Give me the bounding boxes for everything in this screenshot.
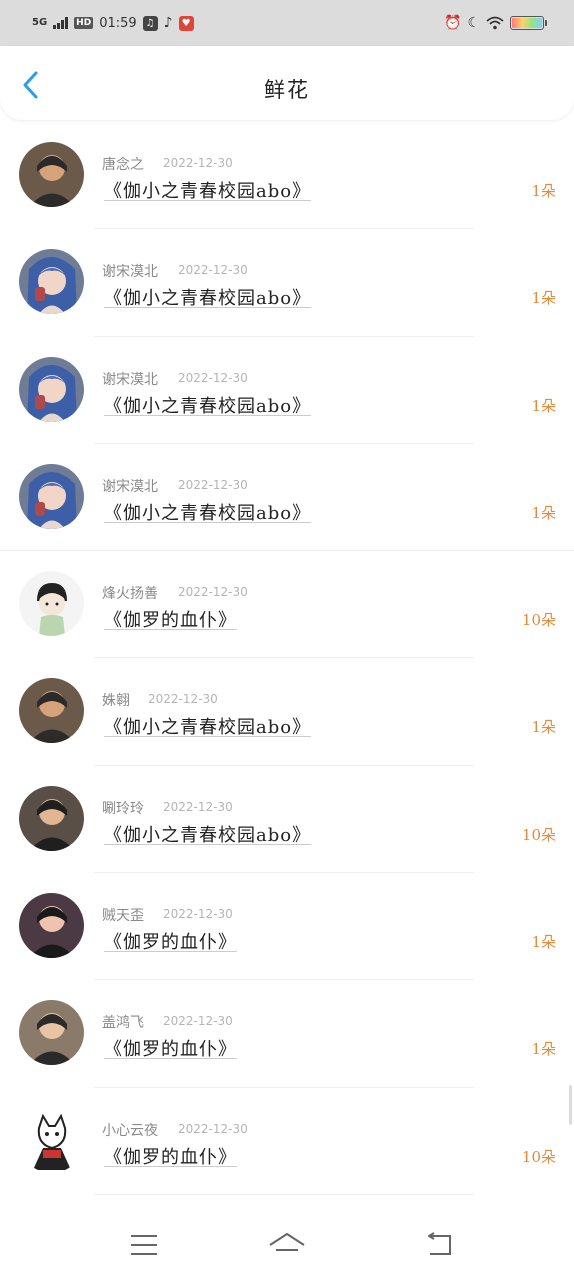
- book-title[interactable]: 《伽罗的血仆》: [104, 1143, 237, 1169]
- send-date: 2022-12-30: [178, 477, 248, 492]
- list-item[interactable]: 烽火扬善 2022-12-30 《伽罗的血仆》 10朵: [0, 551, 574, 659]
- avatar[interactable]: [19, 1107, 84, 1173]
- sender-name: 唰玲玲: [102, 800, 144, 817]
- sender-name: 贼天歪: [102, 908, 144, 925]
- avatar[interactable]: [19, 142, 84, 207]
- send-date: 2022-12-30: [178, 585, 248, 600]
- list-item[interactable]: 唐念之 2022-12-30 《伽小之青春校园abo》 1朵: [0, 122, 574, 230]
- book-title[interactable]: 《伽小之青春校园abo》: [104, 821, 311, 847]
- avatar[interactable]: [19, 893, 84, 959]
- flower-count: 1朵: [531, 503, 556, 522]
- battery-icon: [510, 16, 547, 30]
- avatar[interactable]: [19, 785, 84, 851]
- book-title[interactable]: 《伽小之青春校园abo》: [104, 499, 311, 525]
- flower-count: 10朵: [521, 611, 556, 630]
- book-title[interactable]: 《伽罗的血仆》: [104, 606, 237, 632]
- list-item[interactable]: 盖鸿飞 2022-12-30 《伽罗的血仆》 1朵: [0, 980, 574, 1088]
- header: 鲜花: [0, 46, 574, 120]
- list-item[interactable]: 谢宋漠北 2022-12-30 《伽小之青春校园abo》 1朵: [0, 229, 574, 337]
- sender-name: 谢宋漠北: [102, 264, 158, 281]
- send-date: 2022-12-30: [163, 799, 233, 814]
- page-title: 鲜花: [264, 78, 310, 102]
- signal-icon: [53, 17, 69, 29]
- send-date: 2022-12-30: [148, 692, 218, 707]
- list-item[interactable]: 谢宋漠北 2022-12-30 《伽小之青春校园abo》 1朵: [0, 337, 574, 444]
- hd-badge: HD: [74, 17, 94, 29]
- menu-icon: [131, 1235, 157, 1255]
- status-time: 01:59: [99, 15, 137, 31]
- avatar[interactable]: [19, 356, 84, 422]
- scrollbar[interactable]: [569, 1085, 572, 1125]
- book-title[interactable]: 《伽小之青春校园abo》: [104, 392, 311, 418]
- sender-name: 盖鸿飞: [102, 1015, 144, 1032]
- sender-name: 谢宋漠北: [102, 478, 158, 495]
- flower-count: 1朵: [531, 933, 556, 952]
- list-item[interactable]: 姝翱 2022-12-30 《伽小之青春校园abo》 1朵: [0, 658, 574, 766]
- sender-name: 小心云夜: [102, 1122, 158, 1139]
- back-nav-button[interactable]: [418, 1228, 458, 1262]
- avatar[interactable]: [19, 678, 84, 744]
- alarm-icon: ⏰: [444, 15, 462, 31]
- status-left: 5G HD 01:59 ♫ ♪ ♥: [32, 15, 194, 31]
- avatar[interactable]: [19, 463, 84, 529]
- back-icon: [428, 1232, 451, 1255]
- home-button[interactable]: [267, 1228, 307, 1262]
- status-right: ⏰ ☾: [444, 15, 547, 31]
- send-date: 2022-12-30: [163, 907, 233, 922]
- send-date: 2022-12-30: [163, 1014, 233, 1029]
- list-item[interactable]: 小心云夜 2022-12-30 《伽罗的血仆》 10朵: [0, 1088, 574, 1195]
- home-icon: [269, 1233, 305, 1251]
- avatar[interactable]: [19, 571, 84, 637]
- network-indicator: 5G: [32, 18, 47, 28]
- book-title[interactable]: 《伽罗的血仆》: [104, 1035, 237, 1061]
- tiktok-icon: ♪: [163, 15, 173, 31]
- book-title[interactable]: 《伽小之青春校园abo》: [104, 284, 311, 310]
- flower-list: 唐念之 2022-12-30 《伽小之青春校园abo》 1朵 谢宋漠北 2022-12-3…: [0, 122, 574, 1195]
- flower-count: 10朵: [521, 1147, 556, 1166]
- flower-count: 1朵: [531, 396, 556, 415]
- gift-app-icon: ♥: [178, 15, 194, 31]
- book-title[interactable]: 《伽小之青春校园abo》: [104, 713, 311, 739]
- moon-icon: ☾: [467, 15, 480, 31]
- status-bar: 5G HD 01:59 ♫ ♪ ♥ ⏰ ☾: [0, 0, 574, 46]
- flower-count: 1朵: [531, 1040, 556, 1059]
- list-item[interactable]: 谢宋漠北 2022-12-30 《伽小之青春校园abo》 1朵: [0, 444, 574, 552]
- sender-name: 谢宋漠北: [102, 371, 158, 388]
- sender-name: 烽火扬善: [102, 586, 158, 603]
- book-title[interactable]: 《伽小之青春校园abo》: [104, 177, 311, 203]
- send-date: 2022-12-30: [178, 1121, 248, 1136]
- music-app-icon: ♫: [142, 15, 158, 31]
- send-date: 2022-12-30: [178, 370, 248, 385]
- menu-button[interactable]: [124, 1228, 164, 1262]
- flower-count: 1朵: [531, 718, 556, 737]
- sender-name: 姝翱: [102, 693, 130, 710]
- book-title[interactable]: 《伽罗的血仆》: [104, 928, 237, 954]
- send-date: 2022-12-30: [163, 156, 233, 170]
- avatar[interactable]: [19, 1000, 84, 1066]
- sender-name: 唐念之: [102, 157, 144, 173]
- navigation-bar: [0, 1208, 574, 1280]
- flower-count: 1朵: [531, 289, 556, 308]
- list-item[interactable]: 唰玲玲 2022-12-30 《伽小之青春校园abo》 10朵: [0, 766, 574, 874]
- divider: [94, 1193, 474, 1195]
- avatar[interactable]: [19, 249, 84, 315]
- network-label: 5G: [32, 17, 48, 28]
- flower-count: 1朵: [531, 182, 556, 200]
- flower-count: 10朵: [521, 825, 556, 844]
- list-item[interactable]: 贼天歪 2022-12-30 《伽罗的血仆》 1朵: [0, 873, 574, 981]
- wifi-icon: [486, 16, 504, 30]
- send-date: 2022-12-30: [178, 263, 248, 278]
